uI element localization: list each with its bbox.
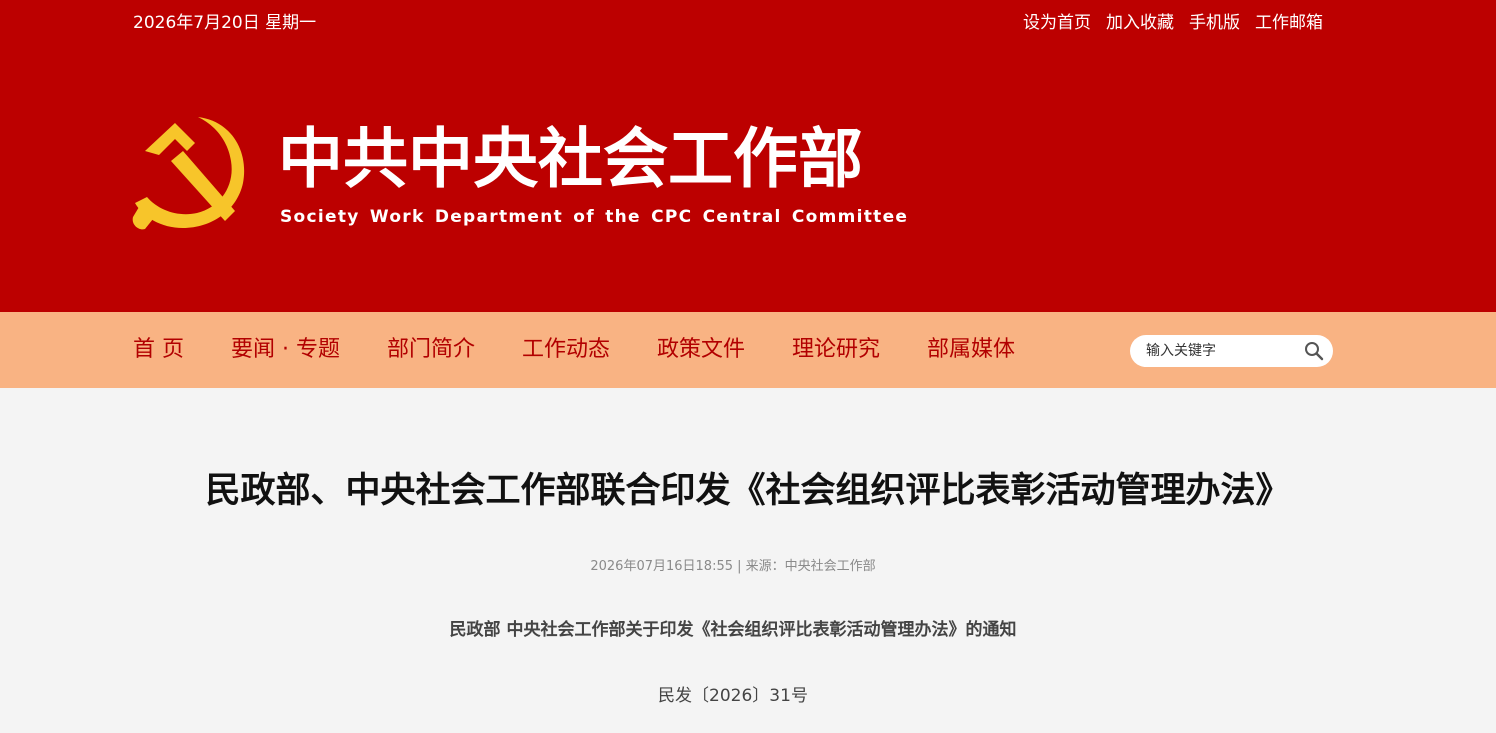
hammer-sickle-icon (132, 117, 245, 230)
search-input[interactable] (1144, 342, 1298, 360)
search-box (1130, 335, 1333, 367)
nav-item-policy-documents[interactable]: 政策文件 (657, 335, 745, 365)
site-header: 2026年7月20日 星期一 设为首页 加入收藏 手机版 工作邮箱 中共中央社会… (0, 0, 1496, 312)
nav-item-work-updates[interactable]: 工作动态 (522, 335, 610, 365)
add-favorite-link[interactable]: 加入收藏 (1106, 11, 1174, 35)
set-homepage-link[interactable]: 设为首页 (1023, 11, 1091, 35)
document-number: 民发〔2026〕31号 (658, 686, 808, 706)
top-links: 设为首页 加入收藏 手机版 工作邮箱 (1023, 11, 1323, 35)
notice-title: 民政部 中央社会工作部关于印发《社会组织评比表彰活动管理办法》的通知 (449, 620, 1017, 640)
nav-item-department-intro[interactable]: 部门简介 (387, 335, 475, 365)
mobile-version-link[interactable]: 手机版 (1189, 11, 1240, 35)
nav-item-affiliated-media[interactable]: 部属媒体 (927, 335, 1015, 365)
nav-item-theory-research[interactable]: 理论研究 (792, 335, 880, 365)
nav-item-news-topics[interactable]: 要闻 · 专题 (231, 335, 340, 365)
current-date: 2026年7月20日 星期一 (133, 13, 317, 33)
nav-list: 首 页 要闻 · 专题 部门简介 工作动态 政策文件 理论研究 部属媒体 (133, 312, 1015, 388)
article-meta: 2026年07月16日18:55 | 来源：中央社会工作部 (590, 559, 876, 574)
site-title: 中共中央社会工作部 (278, 122, 864, 197)
nav-item-home[interactable]: 首 页 (133, 335, 184, 365)
site-subtitle: Society Work Department of the CPC Centr… (280, 207, 909, 227)
search-icon[interactable] (1304, 341, 1324, 361)
article-title: 民政部、中央社会工作部联合印发《社会组织评比表彰活动管理办法》 (205, 471, 1291, 511)
work-email-link[interactable]: 工作邮箱 (1255, 11, 1323, 35)
